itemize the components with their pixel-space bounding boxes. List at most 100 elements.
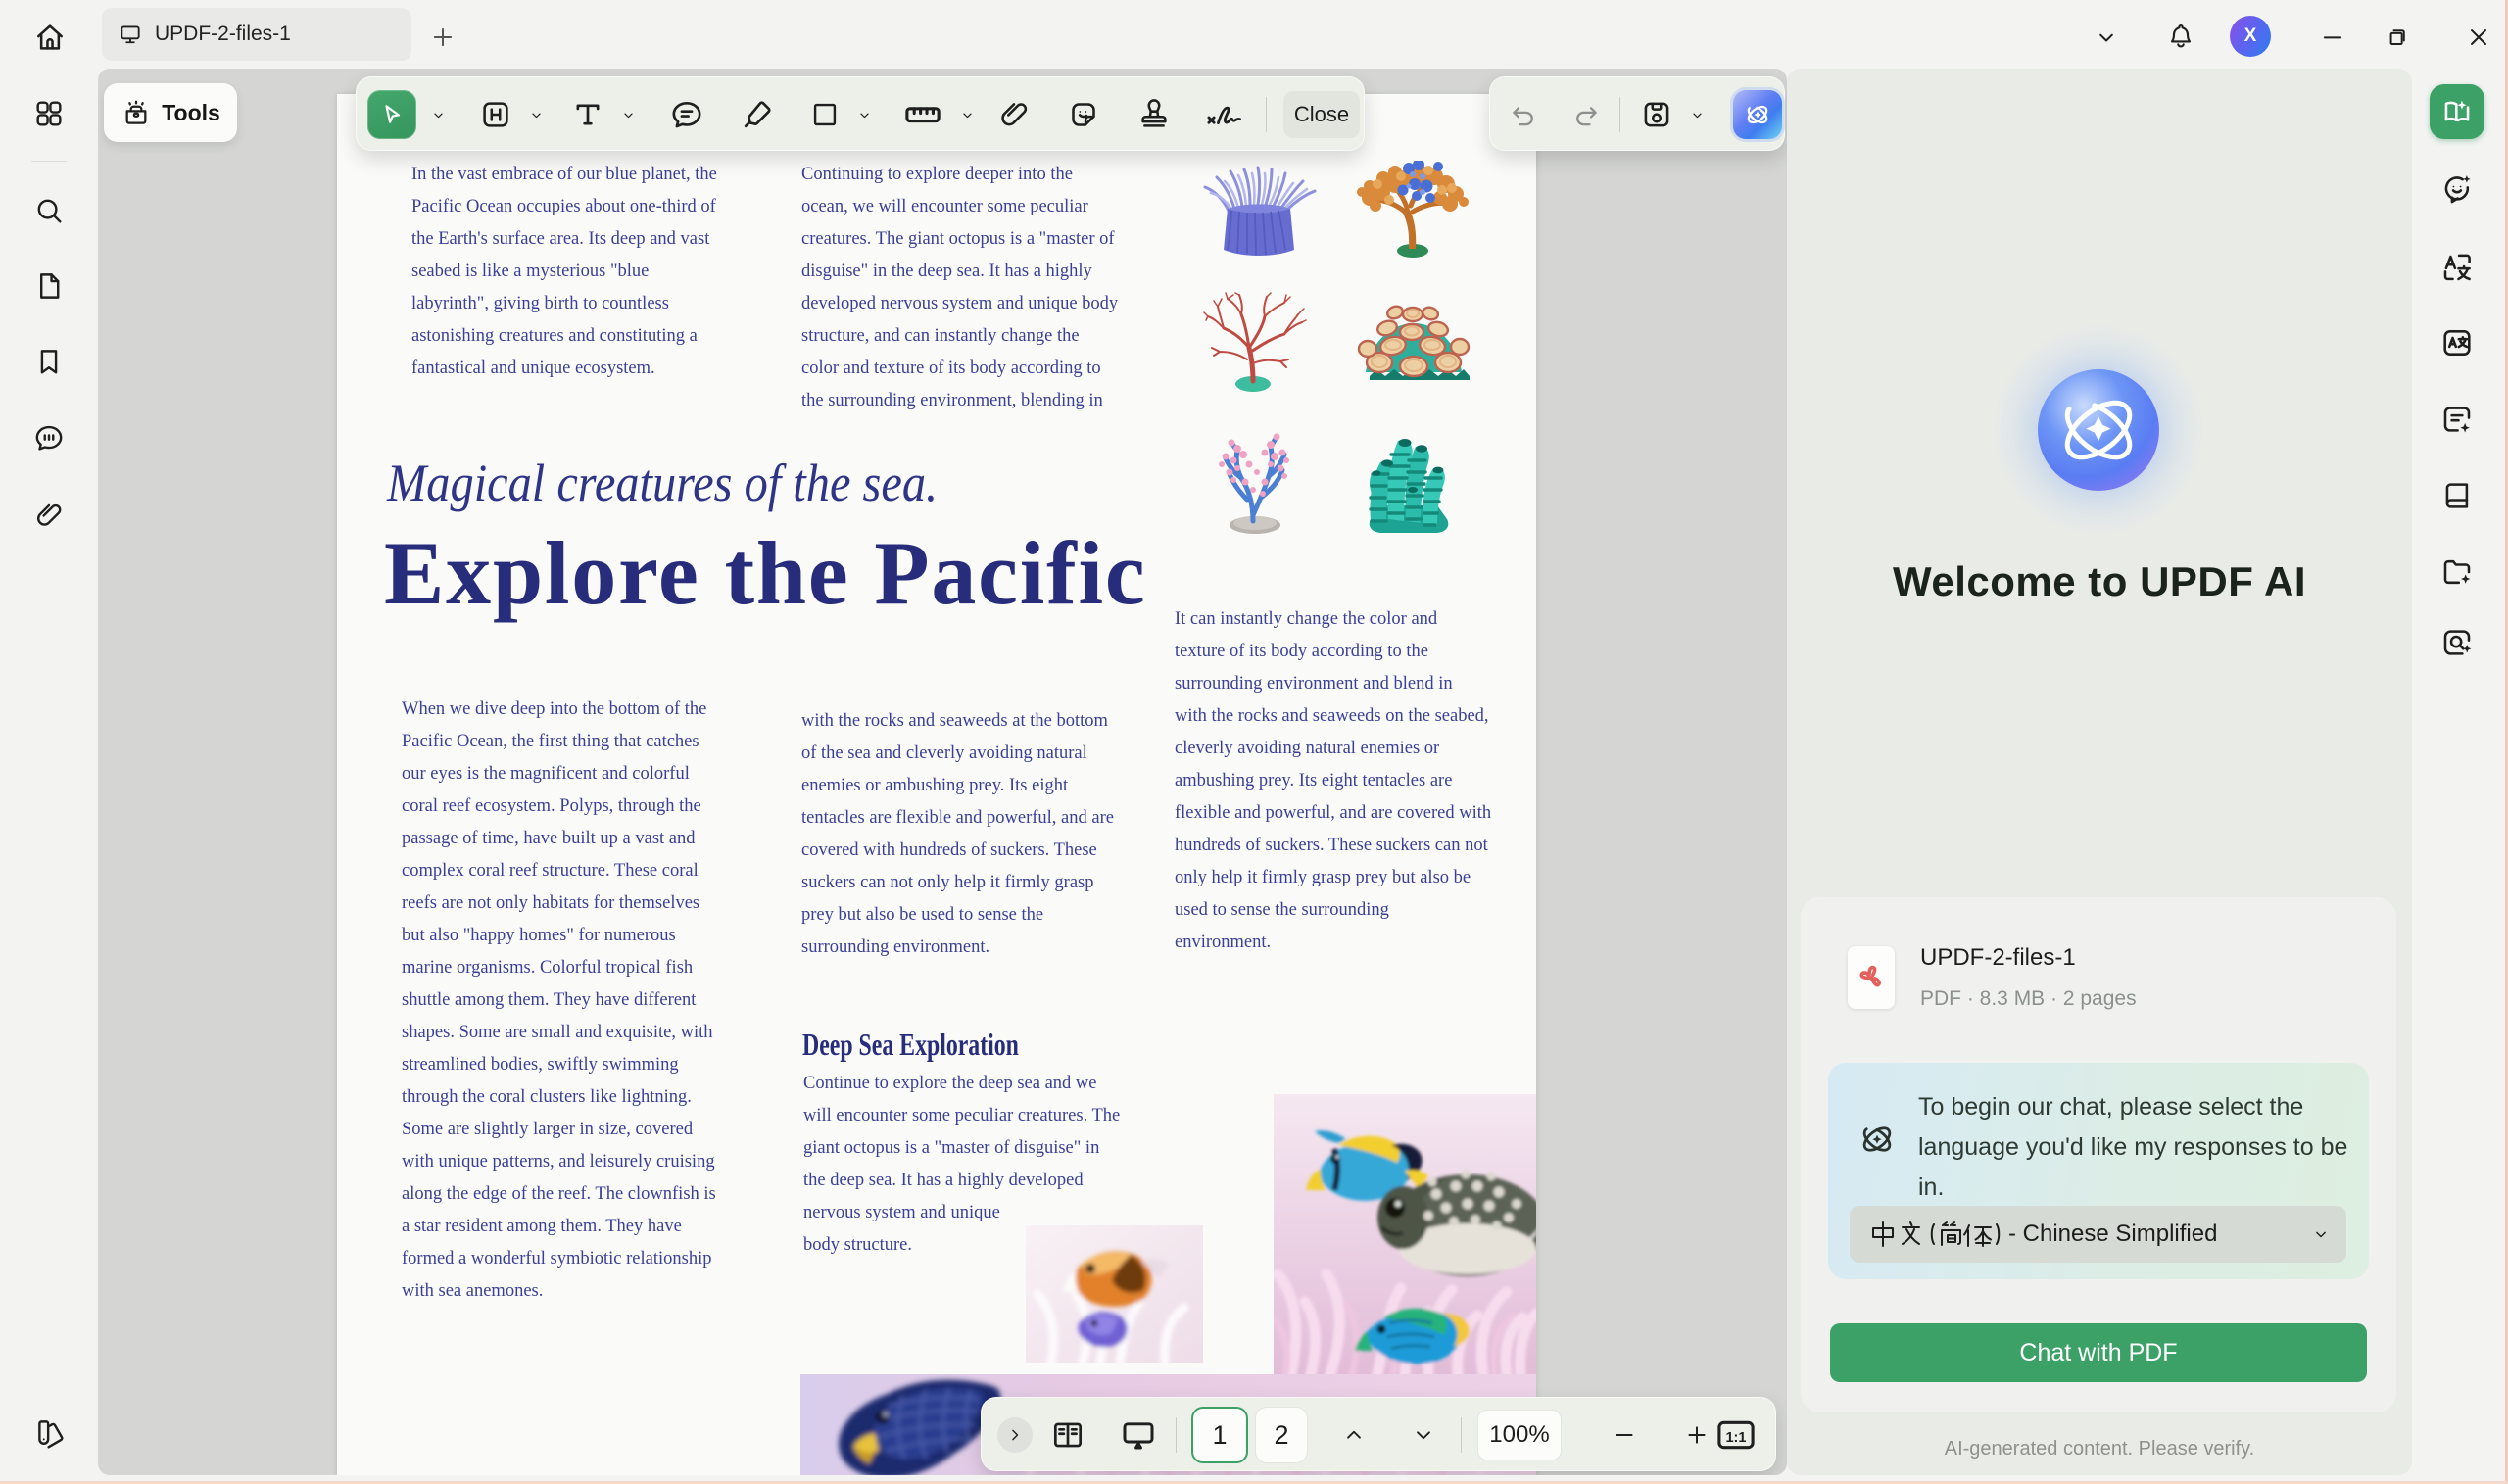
ai-summarize-button[interactable] [2439, 402, 2475, 437]
doc-heading-script: Magical creatures of the sea. [387, 453, 938, 513]
new-tab-button[interactable] [429, 24, 457, 51]
comment-tool-button[interactable] [662, 77, 711, 152]
pen-tool-button[interactable] [733, 77, 782, 152]
chat-smiley-sparkle-icon [2439, 170, 2475, 206]
total-pages-box[interactable]: 2 [1255, 1407, 1308, 1463]
svg-text:1:1: 1:1 [1725, 1430, 1746, 1446]
window-close-button[interactable] [2465, 24, 2492, 51]
comment-icon [32, 421, 66, 455]
measure-tool-dropdown[interactable] [952, 77, 982, 152]
attachment-tool-button[interactable] [991, 77, 1037, 152]
text-tool-dropdown[interactable] [613, 77, 643, 152]
previous-page-button[interactable] [1332, 1398, 1375, 1472]
save-dropdown[interactable] [1682, 77, 1712, 152]
ai-file-sparkle-button[interactable] [2439, 554, 2475, 590]
doc-paragraph-intro-left: In the vast embrace of our blue planet, … [411, 159, 735, 385]
ai-chat-button[interactable] [2439, 170, 2475, 206]
coral-photo-pink-blue [1208, 421, 1303, 535]
ai-read-mode-button[interactable] [2430, 84, 2484, 139]
titlebar-chevron-button[interactable] [2093, 24, 2120, 51]
coral-photo-sponge [1359, 427, 1459, 537]
updf-ai-logo [1991, 322, 2206, 538]
language-select-chevron [2311, 1224, 2331, 1244]
pdf-page: In the vast embrace of our blue planet, … [337, 94, 1536, 1475]
ai-translate-page-button[interactable] [2439, 325, 2475, 360]
coral-photo-tree [1354, 161, 1473, 259]
avatar[interactable]: X [2230, 16, 2271, 57]
zoom-out-button[interactable] [1603, 1398, 1646, 1472]
heading-tool-dropdown[interactable] [521, 77, 551, 152]
presentation-button[interactable] [1113, 1398, 1164, 1472]
stamp-tool-button[interactable] [1131, 77, 1178, 152]
chevron-up-icon [1341, 1422, 1367, 1448]
folder-sparkle-icon [2439, 554, 2475, 590]
plus-icon [429, 24, 457, 51]
tools-button[interactable]: Tools [104, 83, 237, 142]
redo-button[interactable] [1567, 77, 1606, 152]
cursor-icon [378, 101, 406, 128]
document-tab[interactable]: UPDF-2-files-1 [102, 8, 411, 61]
sidebar-item-pages[interactable] [32, 269, 66, 303]
heading-tool-button[interactable] [474, 77, 517, 152]
reading-view-button[interactable] [1044, 1398, 1091, 1472]
restore-button[interactable] [2384, 24, 2411, 51]
ai-translate-button[interactable] [2439, 249, 2475, 284]
minimize-button[interactable] [2319, 24, 2346, 51]
language-select[interactable]: - Chinese Simplified [1850, 1206, 2346, 1263]
fish-photo-small [1026, 1225, 1203, 1363]
sidebar-item-bookmarks[interactable] [32, 345, 66, 378]
coral-photo-red-fan [1202, 291, 1308, 393]
tools-label: Tools [162, 100, 220, 126]
chevron-right-icon [1005, 1425, 1025, 1445]
pdf-swirl-icon [1854, 960, 1889, 995]
text-tool-button[interactable] [566, 77, 609, 152]
next-page-button[interactable] [1402, 1398, 1445, 1472]
search-sparkle-icon [2439, 625, 2475, 660]
undo-icon [1508, 99, 1539, 130]
book-sparkle-icon [2440, 95, 2474, 128]
book-spread-icon [1049, 1416, 1086, 1454]
sidebar-item-thumbnails[interactable] [32, 97, 66, 130]
chevron-down-icon [620, 107, 637, 123]
page-navigation-bar: 1 2 100% 1:1 [981, 1397, 1776, 1471]
ai-search-button[interactable] [2439, 625, 2475, 660]
select-tool-button[interactable] [367, 90, 416, 139]
save-button[interactable] [1635, 77, 1678, 152]
actual-size-button[interactable]: 1:1 [1709, 1398, 1763, 1472]
current-page-input[interactable]: 1 [1191, 1407, 1248, 1463]
coral-photo-plates [1354, 300, 1473, 388]
chat-with-pdf-button[interactable]: Chat with PDF [1830, 1323, 2367, 1382]
sticker-tool-button[interactable] [1060, 77, 1107, 152]
sticker-icon [1066, 97, 1101, 132]
signature-tool-button[interactable] [1197, 77, 1254, 152]
expand-nav-button[interactable] [997, 1417, 1033, 1453]
shape-tool-dropdown[interactable] [849, 77, 879, 152]
chevron-down-icon [528, 107, 545, 123]
document-canvas: Tools In the vast embrace of our blue pl… [98, 69, 1787, 1475]
shape-tool-button[interactable] [803, 77, 846, 152]
close-edit-button[interactable]: Close [1283, 91, 1360, 138]
measure-tool-button[interactable] [895, 77, 950, 152]
close-edit-label: Close [1294, 102, 1349, 127]
sidebar-item-appearance[interactable] [32, 1415, 66, 1449]
chevron-down-icon [1689, 107, 1706, 123]
bell-icon [2166, 22, 2195, 51]
sidebar-item-comments[interactable] [32, 421, 66, 455]
sidebar-item-search[interactable] [32, 194, 66, 227]
restore-icon [2384, 24, 2411, 51]
close-icon [2465, 24, 2492, 51]
select-tool-dropdown[interactable] [423, 77, 453, 152]
ai-message-bubble: To begin our chat, please select the lan… [1828, 1063, 2369, 1279]
undo-button[interactable] [1504, 77, 1543, 152]
home-button[interactable] [32, 20, 68, 55]
stamp-icon [1136, 97, 1172, 132]
zoom-level-box[interactable]: 100% [1477, 1410, 1562, 1460]
total-pages-value: 2 [1274, 1420, 1288, 1451]
ai-assistant-button[interactable] [1733, 90, 1782, 139]
notifications-button[interactable] [2166, 22, 2195, 51]
translate-square-icon [2439, 325, 2475, 360]
editor-toolbar: Close [356, 76, 1365, 151]
note-sparkle-icon [2439, 402, 2475, 437]
ai-book-button[interactable] [2439, 478, 2475, 513]
sidebar-item-attachments[interactable] [32, 499, 66, 532]
